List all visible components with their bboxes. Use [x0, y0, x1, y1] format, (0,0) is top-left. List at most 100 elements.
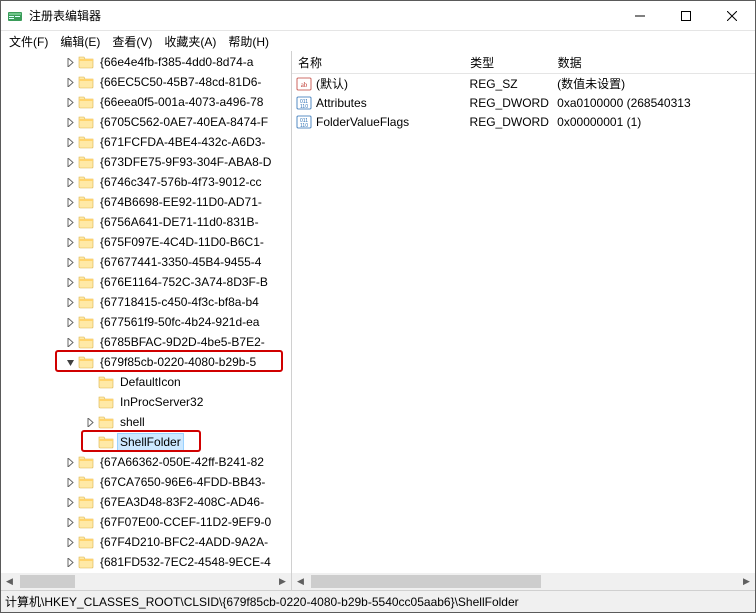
window-controls	[617, 1, 755, 30]
expand-icon[interactable]	[64, 156, 76, 168]
expand-icon[interactable]	[64, 56, 76, 68]
folder-icon	[78, 154, 94, 170]
tree-node[interactable]: {6756A641-DE71-11d0-831B-	[1, 212, 291, 232]
expand-icon[interactable]	[64, 536, 76, 548]
menu-item[interactable]: 文件(F)	[3, 31, 54, 52]
tree-node-label: {675F097E-4C4D-11D0-B6C1-	[98, 234, 266, 250]
expand-icon[interactable]	[64, 116, 76, 128]
status-path: 计算机\HKEY_CLASSES_ROOT\CLSID\{679f85cb-02…	[5, 593, 519, 610]
scroll-thumb[interactable]	[20, 575, 75, 588]
column-header[interactable]: 类型	[464, 51, 552, 73]
menu-item[interactable]: 帮助(H)	[222, 31, 275, 52]
tree-node[interactable]: {6785BFAC-9D2D-4be5-B7E2-	[1, 332, 291, 352]
menu-bar: 文件(F)编辑(E)查看(V)收藏夹(A)帮助(H)	[1, 31, 755, 51]
folder-icon	[78, 354, 94, 370]
tree-node[interactable]: {67EA3D48-83F2-408C-AD46-	[1, 492, 291, 512]
tree-node[interactable]: {67F4D210-BFC2-4ADD-9A2A-	[1, 532, 291, 552]
expand-icon[interactable]	[64, 316, 76, 328]
scroll-track[interactable]	[309, 573, 738, 590]
tree-node[interactable]: {671FCFDA-4BE4-432c-A6D3-	[1, 132, 291, 152]
tree-node[interactable]: ShellFolder	[1, 432, 291, 452]
folder-icon	[78, 474, 94, 490]
tree-node-label: {67718415-c450-4f3c-bf8a-b4	[98, 294, 261, 310]
tree-node-label: {66e4e4fb-f385-4dd0-8d74-a	[98, 54, 255, 70]
tree-horizontal-scrollbar[interactable]: ◀ ▶	[1, 573, 291, 590]
tree-node[interactable]: InProcServer32	[1, 392, 291, 412]
menu-item[interactable]: 收藏夹(A)	[158, 31, 222, 52]
collapse-icon[interactable]	[64, 356, 76, 368]
expand-icon[interactable]	[64, 96, 76, 108]
folder-icon	[78, 554, 94, 570]
expand-icon[interactable]	[64, 476, 76, 488]
tree-node-label: shell	[118, 414, 147, 430]
value-name: (默认)	[316, 75, 348, 92]
minimize-button[interactable]	[617, 1, 663, 30]
expand-icon[interactable]	[64, 296, 76, 308]
binary-value-icon: 011110	[296, 95, 312, 111]
expand-icon[interactable]	[64, 176, 76, 188]
expand-icon[interactable]	[64, 456, 76, 468]
scroll-left-button[interactable]: ◀	[1, 573, 18, 590]
list-horizontal-scrollbar[interactable]: ◀ ▶	[292, 573, 755, 590]
svg-text:110: 110	[300, 104, 308, 110]
expand-icon[interactable]	[64, 216, 76, 228]
scroll-right-button[interactable]: ▶	[738, 573, 755, 590]
tree-node[interactable]: {674B6698-EE92-11D0-AD71-	[1, 192, 291, 212]
menu-item[interactable]: 编辑(E)	[54, 31, 106, 52]
expand-icon[interactable]	[64, 236, 76, 248]
tree-node[interactable]: {66e4e4fb-f385-4dd0-8d74-a	[1, 52, 291, 72]
tree-node[interactable]: {67677441-3350-45B4-9455-4	[1, 252, 291, 272]
scroll-right-button[interactable]: ▶	[274, 573, 291, 590]
close-button[interactable]	[709, 1, 755, 30]
expand-icon[interactable]	[64, 136, 76, 148]
tree-node-label: {6705C562-0AE7-40EA-8474-F	[98, 114, 270, 130]
tree-node[interactable]: {67A66362-050E-42ff-B241-82	[1, 452, 291, 472]
value-type: REG_DWORD	[464, 115, 552, 129]
tree-node-label: {679f85cb-0220-4080-b29b-5	[98, 354, 258, 370]
registry-tree[interactable]: {66e4e4fb-f385-4dd0-8d74-a {66EC5C50-45B7…	[1, 51, 291, 572]
folder-icon	[78, 294, 94, 310]
folder-icon	[78, 174, 94, 190]
window-title: 注册表编辑器	[29, 7, 617, 24]
expand-icon[interactable]	[64, 336, 76, 348]
tree-node[interactable]: DefaultIcon	[1, 372, 291, 392]
tree-node[interactable]: {6705C562-0AE7-40EA-8474-F	[1, 112, 291, 132]
tree-node[interactable]: {6746c347-576b-4f73-9012-cc	[1, 172, 291, 192]
list-row[interactable]: ab(默认)REG_SZ(数值未设置)	[292, 74, 755, 93]
scroll-thumb[interactable]	[311, 575, 541, 588]
expand-icon[interactable]	[64, 496, 76, 508]
tree-node[interactable]: {675F097E-4C4D-11D0-B6C1-	[1, 232, 291, 252]
list-row[interactable]: 011110FolderValueFlagsREG_DWORD0x0000000…	[292, 112, 755, 131]
value-data: (数值未设置)	[551, 75, 755, 92]
tree-node[interactable]: {67718415-c450-4f3c-bf8a-b4	[1, 292, 291, 312]
column-header[interactable]: 数据	[552, 51, 755, 73]
tree-node[interactable]: {679f85cb-0220-4080-b29b-5	[1, 352, 291, 372]
scroll-track[interactable]	[18, 573, 274, 590]
tree-node[interactable]: {673DFE75-9F93-304F-ABA8-D	[1, 152, 291, 172]
tree-node[interactable]: {67F07E00-CCEF-11D2-9EF9-0	[1, 512, 291, 532]
column-header[interactable]: 名称	[292, 51, 464, 73]
expand-icon[interactable]	[64, 76, 76, 88]
tree-node[interactable]: {66eea0f5-001a-4073-a496-78	[1, 92, 291, 112]
expand-icon[interactable]	[64, 556, 76, 568]
list-body[interactable]: ab(默认)REG_SZ(数值未设置)011110AttributesREG_D…	[292, 74, 755, 590]
tree-node[interactable]: {67CA7650-96E6-4FDD-BB43-	[1, 472, 291, 492]
expand-icon[interactable]	[64, 276, 76, 288]
tree-node[interactable]: {676E1164-752C-3A74-8D3F-B	[1, 272, 291, 292]
scroll-left-button[interactable]: ◀	[292, 573, 309, 590]
tree-node-label: {6785BFAC-9D2D-4be5-B7E2-	[98, 334, 267, 350]
folder-icon	[78, 254, 94, 270]
tree-node-label: {671FCFDA-4BE4-432c-A6D3-	[98, 134, 267, 150]
expand-icon[interactable]	[64, 196, 76, 208]
expand-icon[interactable]	[64, 516, 76, 528]
tree-node[interactable]: {681FD532-7EC2-4548-9ECE-4	[1, 552, 291, 572]
list-row[interactable]: 011110AttributesREG_DWORD0xa0100000 (268…	[292, 93, 755, 112]
expand-icon[interactable]	[64, 256, 76, 268]
menu-item[interactable]: 查看(V)	[106, 31, 158, 52]
tree-node[interactable]: {677561f9-50fc-4b24-921d-ea	[1, 312, 291, 332]
tree-node[interactable]: {66EC5C50-45B7-48cd-81D6-	[1, 72, 291, 92]
maximize-button[interactable]	[663, 1, 709, 30]
value-type: REG_SZ	[464, 77, 552, 91]
expand-icon[interactable]	[84, 416, 96, 428]
tree-node[interactable]: shell	[1, 412, 291, 432]
